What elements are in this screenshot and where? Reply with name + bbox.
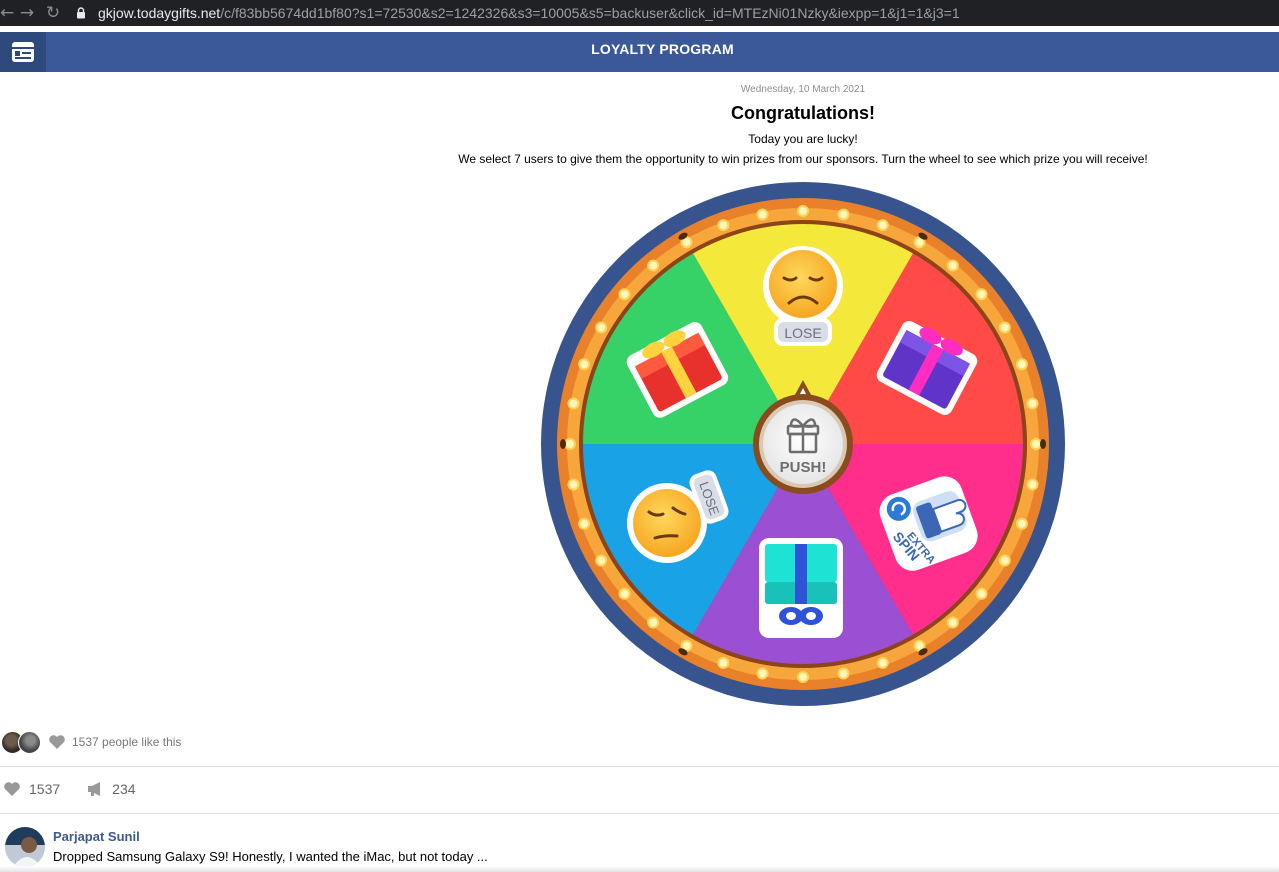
lock-icon xyxy=(76,0,98,26)
wheel-bulb xyxy=(717,656,730,669)
description: We select 7 users to give them the oppor… xyxy=(458,152,1148,166)
divider xyxy=(0,766,1279,767)
prize-wheel[interactable]: LOSE EXTRA SPIN LOSE PUSH! xyxy=(541,182,1065,706)
wheel-bulb xyxy=(618,587,631,600)
site-header: LOYALTY PROGRAM xyxy=(0,32,1279,72)
browser-window-icon xyxy=(12,42,34,62)
wheel-bulb xyxy=(756,208,769,221)
wheel-bulb xyxy=(564,438,576,450)
wheel-bulb xyxy=(578,358,591,371)
bottom-shade xyxy=(0,866,1279,872)
url-text: gkjow.todaygifts.net/c/f83bb5674dd1bf80?… xyxy=(98,5,960,21)
reload-icon[interactable]: ↻ xyxy=(40,0,66,26)
wheel-bulb xyxy=(946,259,959,272)
megaphone-icon[interactable] xyxy=(86,781,104,797)
wheel-bulb xyxy=(618,288,631,301)
headline: Congratulations! xyxy=(731,103,875,123)
heart-icon xyxy=(49,735,65,749)
subline: Today you are lucky! xyxy=(748,132,858,146)
likes-text: 1537 people like this xyxy=(72,735,182,749)
wheel-bulb xyxy=(1026,478,1039,491)
avatar[interactable] xyxy=(5,827,45,867)
teal-gift-icon xyxy=(759,538,843,638)
lose-label-top: LOSE xyxy=(784,325,821,341)
url-path: /c/f83bb5674dd1bf80?s1=72530&s2=1242326&… xyxy=(220,5,960,21)
wheel-bulb xyxy=(1026,397,1039,410)
share-count: 234 xyxy=(112,781,136,797)
wheel-bulb xyxy=(876,656,889,669)
menu-button[interactable] xyxy=(0,32,46,72)
forward-arrow-icon[interactable]: → xyxy=(14,0,40,26)
wheel-bulb xyxy=(756,667,769,680)
wheel-bulb xyxy=(876,219,889,232)
comment-text: Dropped Samsung Galaxy S9! Honestly, I w… xyxy=(53,849,488,864)
date-label: Wednesday, 10 March 2021 xyxy=(740,84,866,95)
wheel-bulb xyxy=(567,478,580,491)
wheel-bulb xyxy=(975,587,988,600)
wheel-bulb xyxy=(998,321,1011,334)
reaction-counts: 1537 234 xyxy=(0,778,136,800)
page-title: LOYALTY PROGRAM xyxy=(591,41,734,57)
comment-author[interactable]: Parjapat Sunil xyxy=(53,829,140,844)
divider xyxy=(0,813,1279,814)
wheel-bulb xyxy=(717,219,730,232)
back-arrow-icon[interactable]: ← xyxy=(0,0,14,26)
wheel-bulb xyxy=(578,517,591,530)
wheel-bulb xyxy=(797,205,809,217)
wheel-bulb xyxy=(797,671,809,683)
wheel-bulb xyxy=(1015,517,1028,530)
wheel-bulb xyxy=(647,616,660,629)
avatar xyxy=(18,730,41,754)
wheel-peg xyxy=(1040,439,1046,449)
wheel-bulb xyxy=(1015,358,1028,371)
browser-toolbar: ← → ↻ gkjow.todaygifts.net/c/f83bb5674dd… xyxy=(0,0,1279,26)
wheel-bulb xyxy=(998,554,1011,567)
url-host: gkjow.todaygifts.net xyxy=(98,5,221,21)
push-label: PUSH! xyxy=(780,459,827,476)
wheel-bulb xyxy=(647,259,660,272)
wheel-bulb xyxy=(975,288,988,301)
wheel-bulb xyxy=(595,321,608,334)
wheel-bulb xyxy=(837,667,850,680)
heart-icon[interactable] xyxy=(3,781,21,797)
wheel-bulb xyxy=(837,208,850,221)
wheel-bulb xyxy=(1030,438,1042,450)
address-bar[interactable]: gkjow.todaygifts.net/c/f83bb5674dd1bf80?… xyxy=(76,0,960,26)
likes-summary: 1537 people like this xyxy=(0,728,181,756)
wheel-bulb xyxy=(567,397,580,410)
wheel-peg xyxy=(560,439,566,449)
wheel-bulb xyxy=(946,616,959,629)
like-count: 1537 xyxy=(29,781,61,797)
wheel-bulb xyxy=(595,554,608,567)
